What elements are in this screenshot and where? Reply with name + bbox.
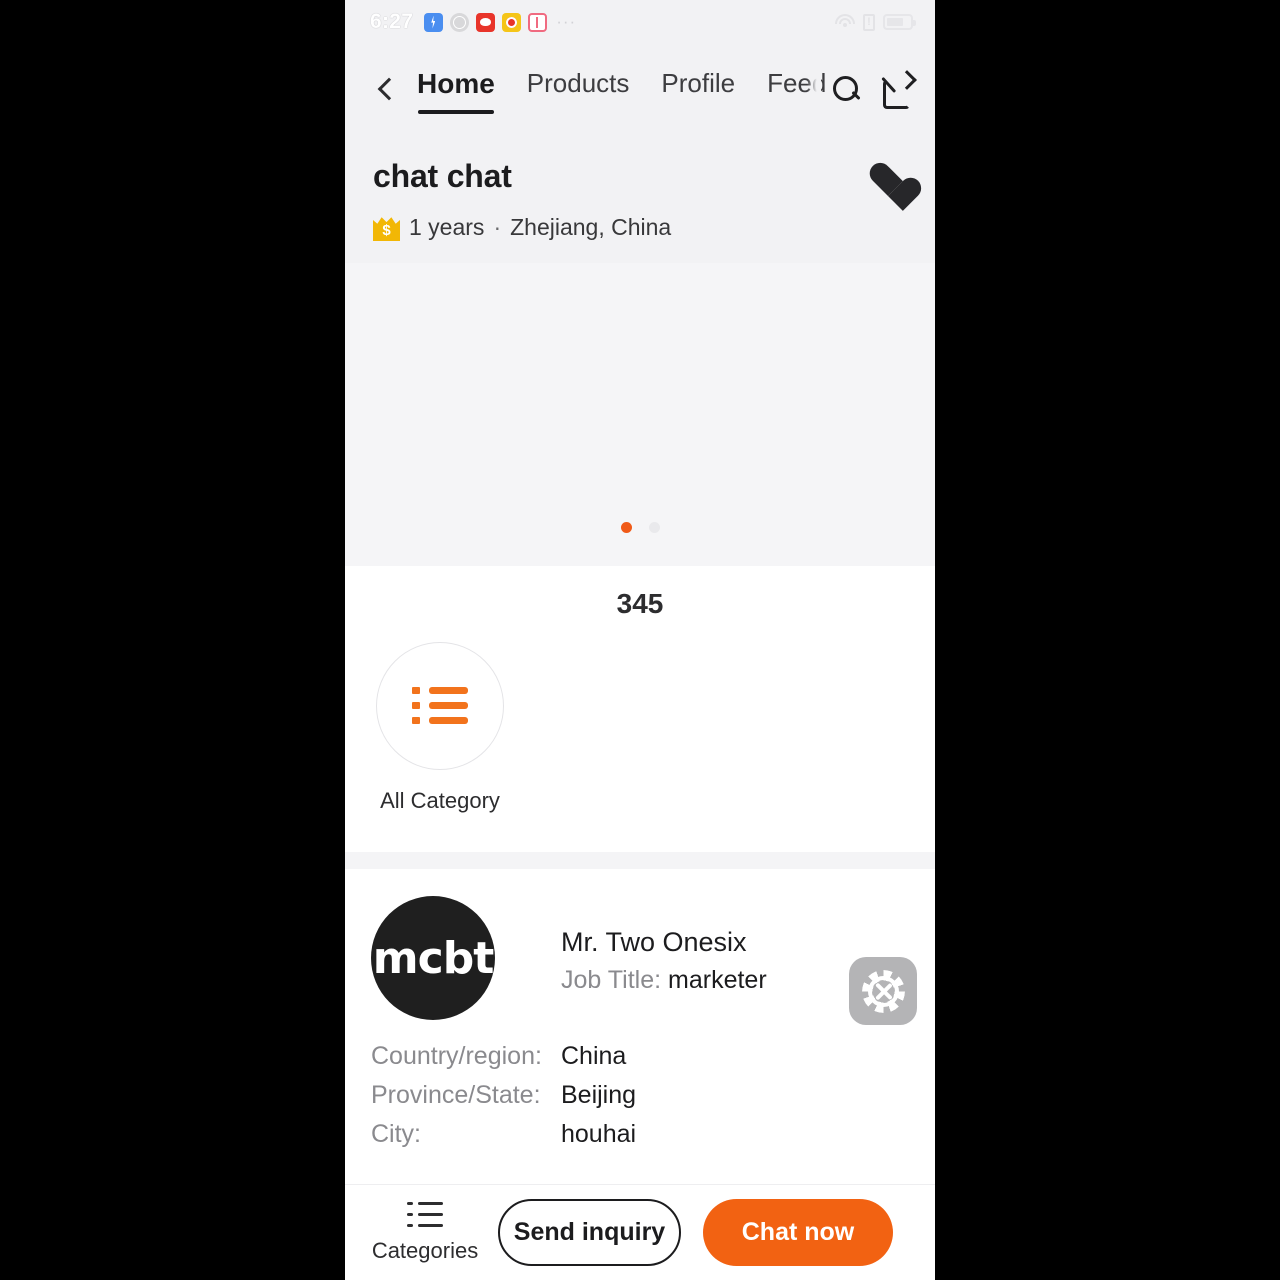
contact-job-value: marketer [668, 966, 767, 994]
gear-tools-icon [861, 969, 905, 1013]
address-value: Beijing [561, 1081, 637, 1109]
company-header: chat chat 1 years · Zhejiang, China [345, 134, 935, 263]
tab-profile[interactable]: Profile [661, 68, 735, 109]
status-bar-clock: 6:27 [370, 10, 414, 33]
send-inquiry-button[interactable]: Send inquiry [498, 1199, 681, 1266]
address-value: China [561, 1042, 627, 1070]
tab-products[interactable]: Products [527, 68, 630, 109]
battery-icon [883, 14, 916, 30]
list-icon [407, 1201, 443, 1228]
book-icon [528, 12, 548, 32]
company-title-row: chat chat [373, 158, 909, 198]
contact-header-row: mcbt Mr. Two Onesix Job Title: marketer [371, 896, 909, 1020]
bottom-action-bar: Categories Send inquiry Chat now [345, 1184, 935, 1280]
section-divider [345, 852, 935, 869]
avatar: mcbt [371, 896, 495, 1020]
favorite-heart-icon[interactable] [869, 162, 909, 198]
contact-job-label: Job Title: [561, 966, 662, 994]
navigation-bar: Home Products Profile Feed [345, 44, 935, 134]
categories-button-label: Categories [371, 1238, 479, 1263]
contact-info: Mr. Two Onesix Job Title: marketer [561, 896, 767, 995]
carousel-pagination [345, 522, 935, 533]
tab-home[interactable]: Home [417, 68, 495, 114]
gold-crown-badge-icon [373, 217, 400, 241]
address-row-city: City: houhai [371, 1120, 909, 1149]
carousel-dot-1[interactable] [620, 522, 632, 533]
globe-icon [450, 12, 470, 32]
company-name: chat chat [373, 158, 512, 194]
address-list: Country/region: China Province/State: Be… [371, 1042, 909, 1193]
tab-feed[interactable]: Feed [767, 68, 826, 109]
avatar-text: mcbt [372, 932, 494, 984]
back-button[interactable] [369, 72, 403, 106]
banner-carousel[interactable] [345, 263, 935, 566]
contact-job: Job Title: marketer [561, 966, 767, 995]
category-count: 345 [616, 588, 664, 619]
status-overflow-icon: ··· [556, 12, 577, 31]
address-row-country: Country/region: China [371, 1042, 909, 1071]
search-icon[interactable] [831, 74, 861, 104]
battery-charging-icon [424, 12, 444, 32]
status-bar: 6:27 ··· [345, 0, 935, 44]
category-section: 345 All Category [345, 566, 935, 852]
carousel-dot-2[interactable] [648, 522, 660, 533]
share-icon[interactable] [883, 74, 913, 109]
meta-separator: · [493, 214, 502, 240]
category-icon-circle [376, 642, 504, 770]
weibo-icon [502, 12, 522, 32]
address-key: Province/State: [371, 1081, 541, 1109]
phone-screen: 6:27 ··· Home Products Profile Feed [345, 0, 935, 1280]
address-key: City: [371, 1120, 421, 1148]
wifi-icon [835, 14, 855, 30]
address-key: Country/region: [371, 1042, 542, 1070]
tab-strip: Home Products Profile Feed [417, 68, 826, 114]
category-item-label: All Category [380, 788, 500, 813]
company-years: 1 years [409, 214, 485, 240]
wechat-icon [476, 12, 496, 32]
contact-name: Mr. Two Onesix [561, 927, 747, 957]
settings-gear-button[interactable] [849, 957, 917, 1025]
address-row-province: Province/State: Beijing [371, 1081, 909, 1110]
categories-button[interactable]: Categories [371, 1201, 479, 1264]
company-location: Zhejiang, China [510, 214, 672, 240]
address-value: houhai [561, 1120, 637, 1148]
status-bar-right [835, 13, 916, 31]
category-item-all[interactable]: All Category [376, 642, 504, 814]
signal-alert-icon [863, 13, 875, 31]
chat-now-button[interactable]: Chat now [703, 1199, 893, 1266]
status-bar-left: 6:27 ··· [370, 10, 576, 34]
category-list: All Category [345, 642, 935, 814]
navigation-actions [831, 44, 935, 134]
list-icon [412, 686, 468, 726]
company-meta: 1 years · Zhejiang, China [373, 214, 909, 241]
contact-card: mcbt Mr. Two Onesix Job Title: marketer … [345, 869, 935, 1193]
